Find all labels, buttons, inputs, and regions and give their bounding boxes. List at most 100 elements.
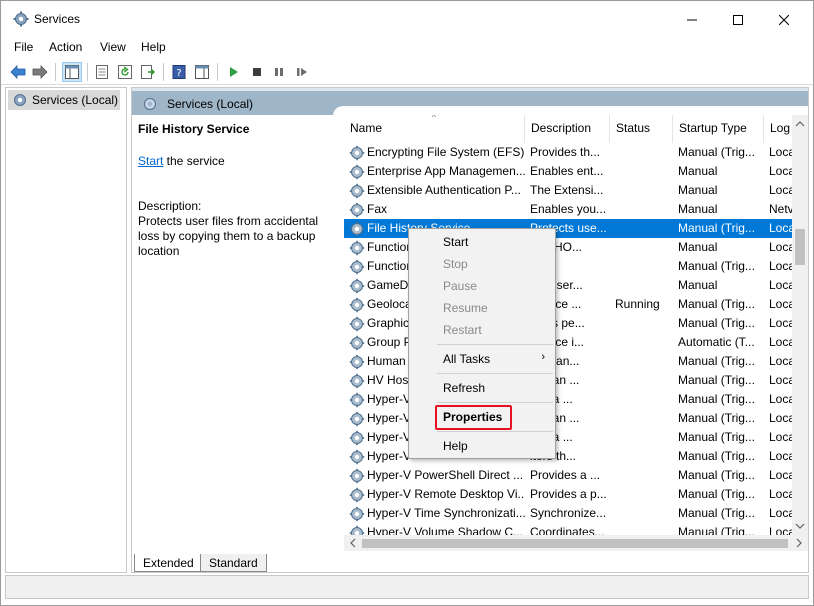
description-pane: File History Service Start the service D…: [138, 122, 338, 258]
show-console-tree-button[interactable]: [62, 62, 82, 82]
menu-item-start[interactable]: Start: [409, 232, 555, 252]
service-startup-type: Manual (Trig...: [678, 449, 755, 463]
scroll-left-icon: [350, 538, 356, 548]
description-label: Description:: [138, 199, 202, 213]
menu-item-refresh[interactable]: Refresh: [409, 378, 555, 398]
column-header-status[interactable]: Status: [610, 115, 673, 143]
menu-separator: [437, 431, 553, 432]
service-row[interactable]: Hyper-V PowerShell Direct ... Provides a …: [344, 466, 794, 485]
service-log-on-as: Loca: [769, 449, 794, 463]
service-log-on-as: Loca: [769, 164, 794, 178]
vertical-scroll-thumb[interactable]: [795, 229, 805, 265]
window-title: Services: [34, 12, 81, 26]
tree-item-services-local[interactable]: Services (Local): [8, 90, 120, 110]
properties-highlight-box: [435, 405, 512, 430]
service-startup-type: Manual: [678, 202, 718, 216]
service-startup-type: Manual: [678, 183, 718, 197]
properties-sheet-icon: [96, 65, 108, 79]
vertical-scrollbar[interactable]: [792, 115, 808, 535]
close-button[interactable]: [761, 1, 807, 38]
status-bar: [5, 575, 809, 599]
context-menu: Start Stop Pause Resume Restart All Task…: [408, 228, 556, 459]
service-log-on-as: Loca: [769, 240, 794, 254]
panel-header: Services (Local): [132, 88, 808, 116]
menu-item-resume: Resume: [443, 301, 488, 315]
refresh-icon: [118, 65, 132, 79]
refresh-toolbar-button[interactable]: [115, 62, 135, 82]
console-tree: Services (Local): [5, 87, 127, 573]
service-gear-icon: [349, 297, 365, 313]
service-log-on-as: Loca: [769, 183, 794, 197]
service-row[interactable]: Enterprise App Managemen... Enables ent..…: [344, 162, 794, 181]
service-row[interactable]: Hyper-V Volume Shadow C... Coordinates...…: [344, 523, 794, 535]
minimize-icon: [687, 19, 697, 20]
service-startup-type: Manual (Trig...: [678, 373, 755, 387]
column-header-startup-type[interactable]: Startup Type: [673, 115, 764, 143]
start-service-button[interactable]: [224, 62, 244, 82]
back-arrow-icon: [10, 65, 26, 79]
service-log-on-as: Loca: [769, 221, 794, 235]
service-row[interactable]: Extensible Authentication P... The Extens…: [344, 181, 794, 200]
service-row[interactable]: Hyper-V Time Synchronizati... Synchronize…: [344, 504, 794, 523]
restart-icon: [297, 68, 307, 76]
service-log-on-as: Loca: [769, 411, 794, 425]
service-startup-type: Manual: [678, 240, 718, 254]
tab-standard[interactable]: Standard: [200, 554, 267, 572]
service-startup-type: Manual: [678, 278, 718, 292]
service-startup-type: Manual (Trig...: [678, 411, 755, 425]
service-log-on-as: Loca: [769, 468, 794, 482]
menu-item-restart: Restart: [443, 323, 482, 337]
minimize-button[interactable]: [669, 1, 715, 38]
service-startup-type: Manual: [678, 164, 718, 178]
maximize-button[interactable]: [715, 1, 761, 38]
service-description: Synchronize...: [530, 506, 607, 520]
column-header-description[interactable]: Description: [525, 115, 610, 143]
menu-item-all-tasks[interactable]: All Tasks ›: [409, 349, 555, 369]
forward-button[interactable]: [30, 62, 50, 82]
sort-ascending-icon: ^: [432, 115, 436, 122]
service-gear-icon: [349, 240, 365, 256]
back-button[interactable]: [8, 62, 28, 82]
service-log-on-as: Loca: [769, 487, 794, 501]
restart-service-button[interactable]: [292, 62, 312, 82]
service-row[interactable]: Fax Enables you... Manual Netv: [344, 200, 794, 219]
menu-help[interactable]: Help: [141, 40, 166, 54]
menu-item-help[interactable]: Help: [409, 436, 555, 456]
horizontal-scroll-thumb[interactable]: [362, 539, 788, 548]
service-row[interactable]: Encrypting File System (EFS) Provides th.…: [344, 143, 794, 162]
service-gear-icon: [349, 145, 365, 161]
service-log-on-as: Loca: [769, 297, 794, 311]
help-toolbar-button[interactable]: ?: [169, 62, 189, 82]
services-gear-icon: [13, 11, 29, 27]
service-name: Hyper-V PowerShell Direct ...: [367, 468, 524, 482]
menu-file[interactable]: File: [14, 40, 33, 54]
menu-view[interactable]: View: [100, 40, 126, 54]
console-tree-icon: [65, 65, 79, 79]
service-gear-icon: [349, 525, 365, 535]
export-list-icon: [141, 65, 155, 79]
export-list-button[interactable]: [138, 62, 158, 82]
tab-extended[interactable]: Extended: [134, 554, 203, 572]
close-icon: [779, 14, 789, 25]
menu-action[interactable]: Action: [49, 40, 82, 54]
menu-separator: [437, 402, 553, 403]
service-startup-type: Manual (Trig...: [678, 221, 755, 235]
column-header-name[interactable]: ^ Name: [344, 115, 525, 143]
service-startup-type: Manual (Trig...: [678, 354, 755, 368]
pause-service-button[interactable]: [269, 62, 289, 82]
service-name: Enterprise App Managemen...: [367, 164, 525, 178]
service-log-on-as: Loca: [769, 525, 794, 535]
service-startup-type: Manual (Trig...: [678, 525, 755, 535]
show-action-pane-button[interactable]: [192, 62, 212, 82]
service-log-on-as: Loca: [769, 316, 794, 330]
properties-toolbar-button[interactable]: [92, 62, 112, 82]
service-startup-type: Manual (Trig...: [678, 468, 755, 482]
selected-service-name: File History Service: [138, 122, 250, 136]
horizontal-scrollbar[interactable]: [344, 535, 808, 551]
toolbar: ?: [1, 59, 813, 85]
start-service-link[interactable]: Start: [138, 154, 163, 168]
service-gear-icon: [349, 335, 365, 351]
stop-service-button[interactable]: [247, 62, 267, 82]
service-row[interactable]: Hyper-V Remote Desktop Vi... Provides a p…: [344, 485, 794, 504]
service-gear-icon: [349, 392, 365, 408]
